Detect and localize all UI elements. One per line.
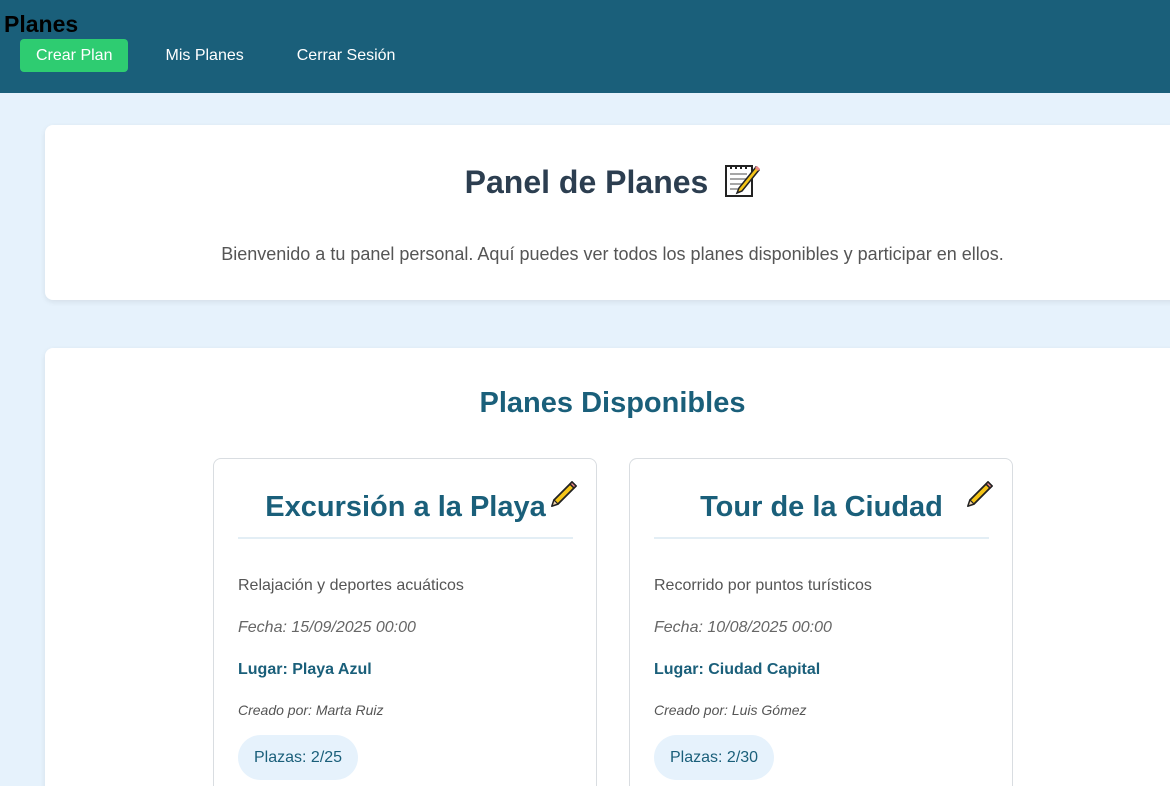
available-plans-section: Planes Disponibles Excursión a la Playa … bbox=[45, 348, 1170, 786]
brand-title: Planes bbox=[4, 11, 79, 37]
panel-title-text: Panel de Planes bbox=[464, 164, 709, 200]
plan-card[interactable]: Excursión a la Playa Relajación y deport… bbox=[213, 458, 597, 786]
plan-spots-badge: Plazas: 2/30 bbox=[654, 735, 775, 780]
plan-title: Excursión a la Playa bbox=[265, 491, 546, 523]
plan-description: Relajación y deportes acuáticos bbox=[238, 577, 464, 594]
pencil-icon[interactable] bbox=[548, 479, 578, 509]
memo-icon bbox=[725, 165, 761, 197]
plan-creator: Creado por: Luis Gómez bbox=[654, 702, 807, 718]
plan-place: Lugar: Playa Azul bbox=[238, 661, 372, 678]
logout-link[interactable]: Cerrar Sesión bbox=[281, 39, 412, 72]
main-nav: Crear Plan Mis Planes Cerrar Sesión bbox=[20, 39, 411, 72]
create-plan-button[interactable]: Crear Plan bbox=[20, 39, 129, 72]
plan-date: Fecha: 15/09/2025 00:00 bbox=[238, 619, 416, 636]
title-divider bbox=[238, 537, 573, 539]
my-plans-link[interactable]: Mis Planes bbox=[149, 39, 259, 72]
plan-description: Recorrido por puntos turísticos bbox=[654, 577, 872, 594]
title-divider bbox=[654, 537, 989, 539]
plan-card[interactable]: Tour de la Ciudad Recorrido por puntos t… bbox=[629, 458, 1013, 786]
welcome-message: Bienvenido a tu panel personal. Aquí pue… bbox=[221, 244, 1004, 264]
panel-title: Panel de Planes bbox=[45, 161, 1170, 202]
plan-creator: Creado por: Marta Ruiz bbox=[238, 702, 384, 718]
section-title: Planes Disponibles bbox=[479, 387, 746, 419]
plan-place: Lugar: Ciudad Capital bbox=[654, 661, 821, 678]
plan-spots-badge: Plazas: 2/25 bbox=[238, 735, 359, 780]
top-navbar: Planes Crear Plan Mis Planes Cerrar Sesi… bbox=[0, 0, 1170, 93]
welcome-panel: Panel de Planes Bienvenido a tu panel pe… bbox=[45, 125, 1170, 300]
pencil-icon[interactable] bbox=[964, 479, 994, 509]
plan-title: Tour de la Ciudad bbox=[700, 491, 943, 523]
plan-date: Fecha: 10/08/2025 00:00 bbox=[654, 619, 832, 636]
